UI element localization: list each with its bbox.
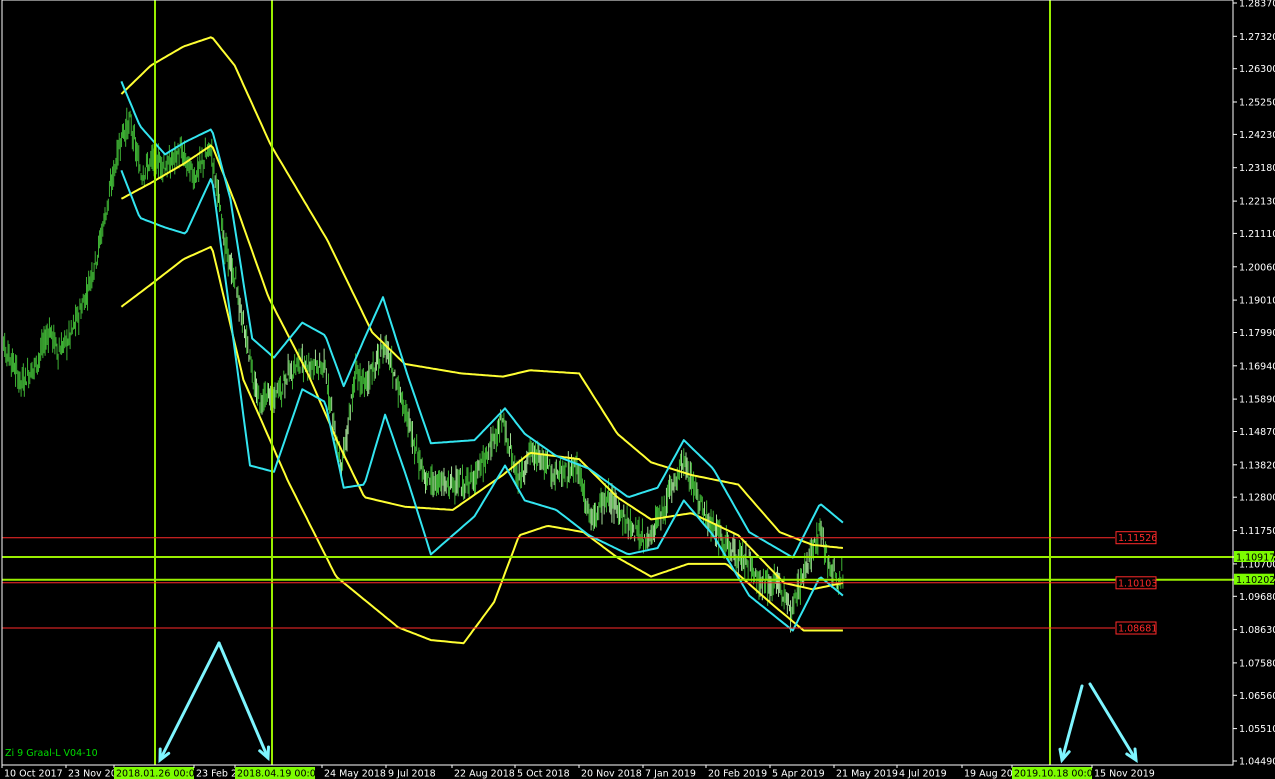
price-tick-label: 1.20060: [1239, 262, 1275, 273]
time-label: 2018.04.19 00:00: [237, 769, 322, 779]
price-tick-label: 1.11750: [1239, 526, 1275, 537]
price-tick-label: 1.15890: [1239, 395, 1275, 406]
price-tick-label: 1.28370: [1239, 0, 1275, 10]
price-tick-label: 1.16940: [1239, 361, 1275, 372]
indicator-name: Zi 9 Graal-L V04-10: [5, 748, 98, 759]
time-label: 5 Apr 2019: [772, 769, 825, 779]
time-label: 24 May 2018: [324, 769, 386, 779]
time-label: 15 Nov 2019: [1094, 769, 1155, 779]
time-label: 2019.10.18 00:00: [1014, 769, 1099, 779]
price-tick-label: 1.17990: [1239, 328, 1275, 339]
price-tick-label: 1.21110: [1239, 229, 1275, 240]
price-tick-label: 1.19010: [1239, 296, 1275, 307]
time-label: 4 Jul 2019: [899, 769, 947, 779]
price-tick-label: 1.23180: [1239, 163, 1275, 174]
level-label: 1.10103: [1118, 578, 1157, 589]
price-tick-label: 1.22130: [1239, 197, 1275, 208]
time-label: 7 Jan 2019: [645, 769, 696, 779]
time-label: 22 Aug 2018: [454, 769, 515, 779]
price-tick-label: 1.05510: [1239, 724, 1275, 735]
level-label: 1.08681: [1118, 624, 1157, 635]
level-label: 1.10917: [1236, 553, 1275, 564]
time-label: 5 Oct 2018: [517, 769, 570, 779]
price-tick-label: 1.27320: [1239, 32, 1275, 43]
chart-background: [0, 0, 1275, 779]
price-tick-label: 1.08630: [1239, 625, 1275, 636]
price-tick-label: 1.12800: [1239, 493, 1275, 504]
time-label: 20 Feb 2019: [708, 769, 767, 779]
price-tick-label: 1.07580: [1239, 658, 1275, 669]
time-label: 20 Nov 2018: [581, 769, 642, 779]
price-chart[interactable]: 1.28370 1.27320 1.26300 1.25250 1.24230 1.231…: [0, 0, 1275, 779]
price-tick-label: 1.26300: [1239, 64, 1275, 75]
price-tick-label: 1.14870: [1239, 427, 1275, 438]
price-tick-label: 1.24230: [1239, 130, 1275, 141]
price-tick-label: 1.04490: [1239, 757, 1275, 768]
price-tick-label: 1.06560: [1239, 691, 1275, 702]
time-label: 2018.01.26 00:00: [116, 769, 201, 779]
price-tick-label: 1.13820: [1239, 460, 1275, 471]
time-label: 9 Jul 2018: [388, 769, 436, 779]
time-label: 10 Oct 2017: [4, 769, 63, 779]
price-tick-label: 1.09680: [1239, 592, 1275, 603]
level-label: 1.11526: [1118, 533, 1157, 544]
time-label: 21 May 2019: [836, 769, 898, 779]
price-tick-label: 1.25250: [1239, 98, 1275, 109]
level-label: 1.10202: [1236, 575, 1275, 586]
